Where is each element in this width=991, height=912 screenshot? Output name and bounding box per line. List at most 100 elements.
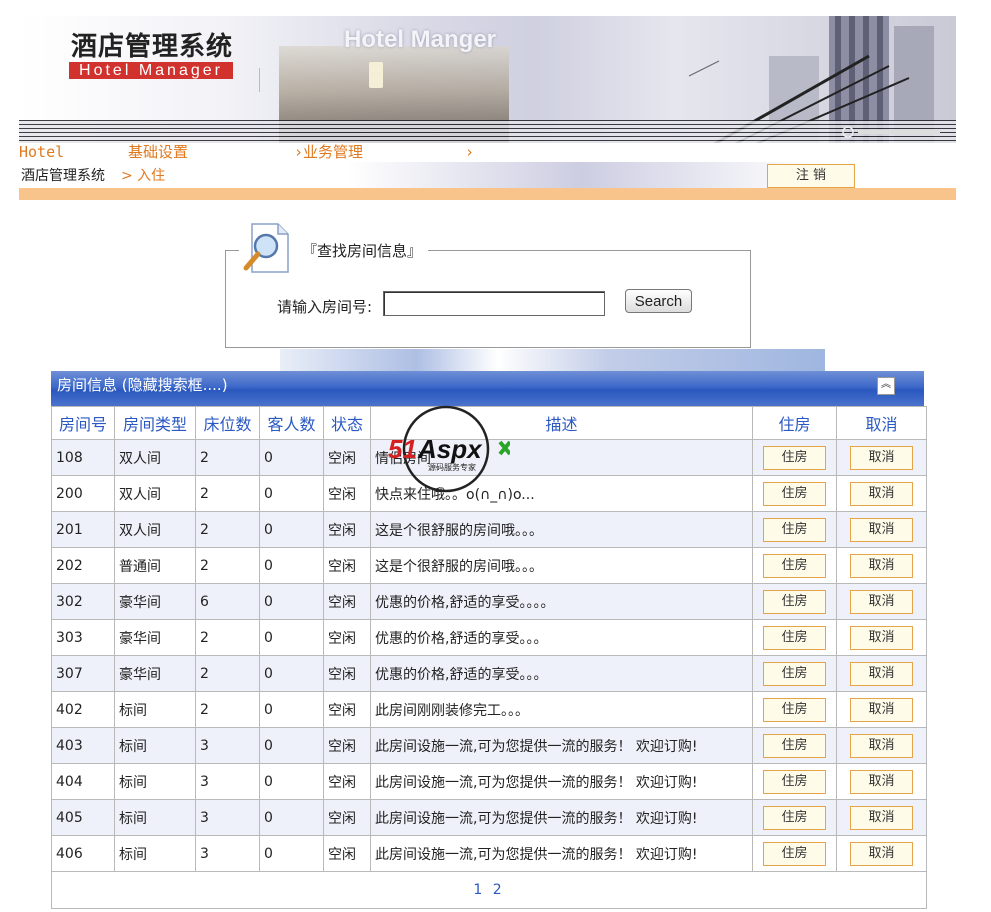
cancel-button-cell: 取消 (836, 511, 927, 548)
cell-room-type: 豪华间 (114, 583, 196, 620)
checkin-button-cell: 住房 (752, 439, 837, 476)
cancel-button[interactable]: 取消 (850, 553, 913, 578)
cell-guests: 0 (259, 619, 324, 656)
cell-room-number: 307 (51, 655, 115, 692)
checkin-button[interactable]: 住房 (763, 769, 826, 794)
checkin-button[interactable]: 住房 (763, 697, 826, 722)
cell-guests: 0 (259, 439, 324, 476)
checkin-button-cell: 住房 (752, 691, 837, 728)
cancel-button-cell: 取消 (836, 727, 927, 764)
cancel-button[interactable]: 取消 (850, 589, 913, 614)
cell-room-type: 标间 (114, 835, 196, 872)
banner-title: Hotel Manger (344, 26, 497, 53)
pager[interactable]: 1 2 (51, 871, 927, 909)
menu-item-basic-settings[interactable]: 基础设置 (128, 143, 188, 162)
cancel-button[interactable]: 取消 (850, 517, 913, 542)
checkin-button-cell: 住房 (752, 547, 837, 584)
table-row: 307 豪华间 2 0 空闲 优惠的价格,舒适的享受。。。 住房 取消 (51, 655, 927, 692)
logout-button[interactable]: 注 销 (767, 164, 855, 188)
panel-title[interactable]: 房间信息 (隐藏搜索框....) (57, 374, 228, 395)
checkin-button-cell: 住房 (752, 799, 837, 836)
cell-guests: 0 (259, 691, 324, 728)
checkin-button[interactable]: 住房 (763, 445, 826, 470)
corner-brand-logo (842, 126, 940, 138)
cell-room-type: 豪华间 (114, 655, 196, 692)
table-row: 405 标间 3 0 空闲 此房间设施一流,可为您提供一流的服务！ 欢迎订购! 住房 取消 (51, 799, 927, 836)
cell-room-type: 标间 (114, 691, 196, 728)
header-divider (19, 188, 956, 200)
checkin-button[interactable]: 住房 (763, 841, 826, 866)
checkin-button[interactable]: 住房 (763, 661, 826, 686)
cell-beds: 3 (195, 835, 260, 872)
table-row: 108 双人间 2 0 空闲 情侣房间 住房 取消 (51, 439, 927, 476)
breadcrumb-home[interactable]: 酒店管理系统 (21, 165, 105, 185)
cell-status: 空闲 (323, 475, 371, 512)
menu-item-hotel[interactable]: Hotel (19, 143, 64, 162)
checkin-button-cell: 住房 (752, 511, 837, 548)
cancel-button-cell: 取消 (836, 763, 927, 800)
cancel-button-cell: 取消 (836, 799, 927, 836)
cell-room-number: 108 (51, 439, 115, 476)
cancel-button[interactable]: 取消 (850, 625, 913, 650)
cancel-button[interactable]: 取消 (850, 481, 913, 506)
cancel-button[interactable]: 取消 (850, 841, 913, 866)
breadcrumb-current: > 入住 (121, 168, 166, 184)
cell-beds: 2 (195, 511, 260, 548)
col-beds: 床位数 (195, 406, 260, 440)
cancel-button[interactable]: 取消 (850, 661, 913, 686)
cancel-button[interactable]: 取消 (850, 805, 913, 830)
cell-room-number: 405 (51, 799, 115, 836)
checkin-button-cell: 住房 (752, 583, 837, 620)
menu-item-business[interactable]: ›业务管理 (294, 143, 363, 162)
search-button[interactable]: Search (625, 289, 692, 313)
cell-guests: 0 (259, 475, 324, 512)
checkin-button[interactable]: 住房 (763, 481, 826, 506)
breadcrumb: 酒店管理系统 > 入住 注 销 (19, 162, 956, 188)
cancel-button-cell: 取消 (836, 619, 927, 656)
cancel-button[interactable]: 取消 (850, 733, 913, 758)
cell-status: 空闲 (323, 439, 371, 476)
cell-room-type: 双人间 (114, 439, 196, 476)
col-description: 描述 (370, 406, 753, 440)
cell-beds: 2 (195, 439, 260, 476)
search-legend: 『查找房间信息』 (302, 242, 423, 260)
checkin-button-cell: 住房 (752, 835, 837, 872)
cancel-button-cell: 取消 (836, 475, 927, 512)
cell-guests: 0 (259, 547, 324, 584)
table-row: 303 豪华间 2 0 空闲 优惠的价格,舒适的享受。。。 住房 取消 (51, 619, 927, 656)
cancel-button[interactable]: 取消 (850, 697, 913, 722)
cell-room-type: 双人间 (114, 511, 196, 548)
checkin-button[interactable]: 住房 (763, 553, 826, 578)
cancel-button[interactable]: 取消 (850, 769, 913, 794)
cell-room-number: 402 (51, 691, 115, 728)
cancel-button-cell: 取消 (836, 655, 927, 692)
col-status: 状态 (323, 406, 371, 440)
cell-description: 快点来住哦。。o(∩_∩)o... (370, 475, 753, 512)
checkin-button-cell: 住房 (752, 727, 837, 764)
cancel-button[interactable]: 取消 (850, 445, 913, 470)
cell-room-number: 201 (51, 511, 115, 548)
menu-item-more[interactable]: › (465, 143, 474, 162)
col-room-number: 房间号 (51, 406, 115, 440)
checkin-button[interactable]: 住房 (763, 733, 826, 758)
cancel-button-cell: 取消 (836, 547, 927, 584)
checkin-button[interactable]: 住房 (763, 625, 826, 650)
checkin-button[interactable]: 住房 (763, 517, 826, 542)
cell-status: 空闲 (323, 583, 371, 620)
double-chevron-up-icon[interactable]: ︽ (877, 377, 895, 395)
cell-description: 此房间设施一流,可为您提供一流的服务！ 欢迎订购! (370, 835, 753, 872)
banner-divider (259, 68, 260, 92)
checkin-button[interactable]: 住房 (763, 805, 826, 830)
room-number-input[interactable] (383, 291, 605, 316)
magnifier-document-icon (243, 223, 289, 273)
checkin-button[interactable]: 住房 (763, 589, 826, 614)
cell-room-type: 双人间 (114, 475, 196, 512)
cell-room-type: 标间 (114, 727, 196, 764)
room-table: 房间号 房间类型 床位数 客人数 状态 描述 住房 取消 108 双人间 2 0 空闲情… (51, 406, 927, 909)
table-header-row: 房间号 房间类型 床位数 客人数 状态 描述 住房 取消 (51, 406, 927, 440)
cell-room-type: 豪华间 (114, 619, 196, 656)
cell-guests: 0 (259, 583, 324, 620)
cell-beds: 3 (195, 727, 260, 764)
table-row: 406 标间 3 0 空闲 此房间设施一流,可为您提供一流的服务！ 欢迎订购! 住房 取消 (51, 835, 927, 872)
cell-status: 空闲 (323, 547, 371, 584)
